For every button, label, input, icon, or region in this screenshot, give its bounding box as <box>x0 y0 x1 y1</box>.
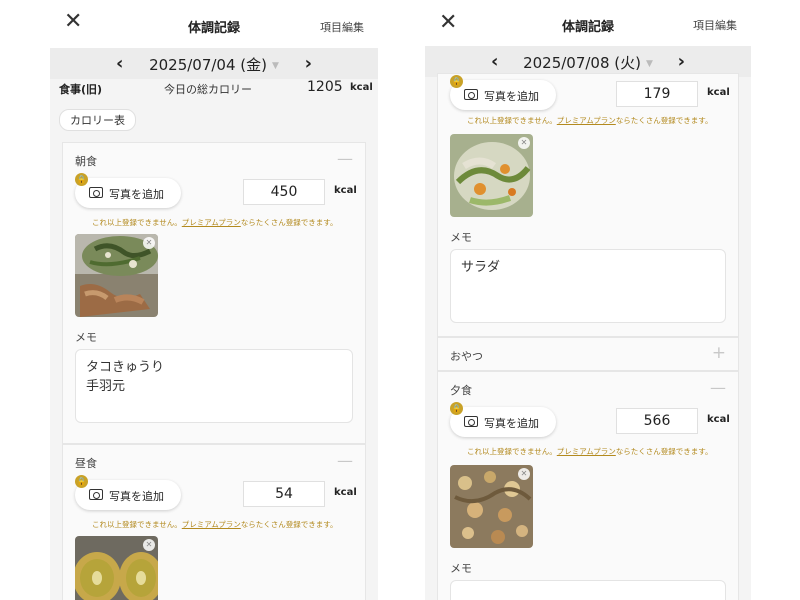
camera-icon <box>464 89 478 100</box>
collapse-icon[interactable]: — <box>337 451 353 470</box>
remove-photo-icon[interactable]: ✕ <box>143 237 155 249</box>
add-photo-button[interactable]: 🔒 写真を追加 <box>450 402 556 437</box>
dinner-title: 夕食 <box>450 384 472 397</box>
add-photo-label: 写真を追加 <box>109 188 164 201</box>
collapse-icon[interactable]: — <box>337 149 353 168</box>
chevron-down-icon: ▼ <box>646 59 653 69</box>
memo-line: 手羽元 <box>86 379 126 394</box>
top-bar: ✕ 体調記録 項目編集 <box>50 0 378 48</box>
meal-photo[interactable]: ✕ <box>450 465 533 548</box>
date-text: 2025/07/04 (金) <box>149 56 267 74</box>
memo-field[interactable]: タコきゅうり 手羽元 <box>75 349 353 423</box>
premium-plan-link[interactable]: プレミアムプラン <box>557 447 616 456</box>
premium-plan-link[interactable]: プレミアムプラン <box>182 218 241 227</box>
date-selector[interactable]: 2025/07/08 (火) ▼ <box>523 52 653 73</box>
calorie-input[interactable]: 54 <box>243 481 325 507</box>
photo-row: 🔒 写真を追加 179 kcal <box>438 75 738 118</box>
notice-text-2: ならたくさん登録できます。 <box>615 447 713 456</box>
calorie-table-button[interactable]: カロリー表 <box>59 109 136 131</box>
snack-section[interactable]: おやつ + <box>437 337 739 371</box>
snack-title: おやつ <box>450 350 483 363</box>
expand-icon[interactable]: + <box>712 343 726 363</box>
meal-label: 食事(旧) <box>59 83 103 96</box>
memo-line: タコきゅうり <box>86 360 165 375</box>
breakfast-header[interactable]: 朝食 — <box>63 143 365 176</box>
content-area: 🔒 写真を追加 179 kcal これ以上登録できません。プレミアムプランならた… <box>425 73 751 600</box>
memo-field[interactable] <box>450 580 726 600</box>
remove-photo-icon[interactable]: ✕ <box>518 137 530 149</box>
chevron-down-icon: ▼ <box>272 61 279 71</box>
kcal-unit: kcal <box>334 487 357 498</box>
kcal-unit: kcal <box>707 87 730 98</box>
add-photo-label: 写真を追加 <box>484 417 539 430</box>
dinner-section: 夕食 — 🔒 写真を追加 566 kcal これ以上登録できません。プレミアムプ… <box>437 371 739 600</box>
lock-icon: 🔒 <box>75 475 88 488</box>
next-date-icon[interactable]: › <box>305 53 312 74</box>
camera-icon <box>89 489 103 500</box>
photo-row: 🔒 写真を追加 566 kcal <box>438 402 738 445</box>
meal-section: 🔒 写真を追加 179 kcal これ以上登録できません。プレミアムプランならた… <box>437 73 739 337</box>
breakfast-title: 朝食 <box>75 155 97 168</box>
total-calorie-unit: kcal <box>350 82 373 93</box>
premium-notice: これ以上登録できません。プレミアムプランならたくさん登録できます。 <box>63 216 365 230</box>
premium-notice: これ以上登録できません。プレミアムプランならたくさん登録できます。 <box>63 518 365 532</box>
memo-label: メモ <box>75 331 97 344</box>
calorie-input[interactable]: 450 <box>243 179 325 205</box>
camera-icon <box>89 187 103 198</box>
lock-icon: 🔒 <box>450 402 463 415</box>
kcal-unit: kcal <box>707 414 730 425</box>
add-photo-label: 写真を追加 <box>109 490 164 503</box>
add-photo-button[interactable]: 🔒 写真を追加 <box>75 475 181 510</box>
memo-label: メモ <box>450 231 472 244</box>
prev-date-icon[interactable]: ‹ <box>491 51 498 72</box>
memo-field[interactable]: サラダ <box>450 249 726 323</box>
memo-line: サラダ <box>461 260 501 275</box>
content-area: 食事(旧) 今日の総カロリー 1205 kcal カロリー表 朝食 — 🔒 写真… <box>50 79 378 600</box>
lock-icon: 🔒 <box>450 75 463 88</box>
top-bar: ✕ 体調記録 項目編集 <box>425 0 751 46</box>
date-bar: ‹ 2025/07/04 (金) ▼ › <box>50 48 378 79</box>
collapse-icon[interactable]: — <box>710 378 726 397</box>
kcal-unit: kcal <box>334 185 357 196</box>
add-photo-button[interactable]: 🔒 写真を追加 <box>450 75 556 110</box>
breakfast-section: 朝食 — 🔒 写真を追加 450 kcal これ以上登録できません。プレミアムプ… <box>62 142 366 444</box>
lunch-section: 昼食 — 🔒 写真を追加 54 kcal これ以上登録できません。プレミアムプラ… <box>62 444 366 600</box>
lock-icon: 🔒 <box>75 173 88 186</box>
total-calorie-label: 今日の総カロリー <box>164 83 252 96</box>
add-photo-label: 写真を追加 <box>484 90 539 103</box>
edit-items-button[interactable]: 項目編集 <box>693 17 737 33</box>
add-photo-button[interactable]: 🔒 写真を追加 <box>75 173 181 208</box>
memo-label: メモ <box>450 562 472 575</box>
notice-text: これ以上登録できません。 <box>467 447 557 456</box>
photo-row: 🔒 写真を追加 450 kcal <box>63 173 365 216</box>
notice-text-2: ならたくさん登録できます。 <box>240 218 338 227</box>
calorie-input[interactable]: 566 <box>616 408 698 434</box>
meal-photo[interactable]: ✕ <box>450 134 533 217</box>
date-selector[interactable]: 2025/07/04 (金) ▼ <box>149 54 279 75</box>
calorie-input[interactable]: 179 <box>616 81 698 107</box>
meal-photo[interactable]: ✕ <box>75 234 158 317</box>
remove-photo-icon[interactable]: ✕ <box>518 468 530 480</box>
snack-header[interactable]: おやつ + <box>438 338 738 371</box>
lunch-title: 昼食 <box>75 457 97 470</box>
notice-text: これ以上登録できません。 <box>92 218 182 227</box>
premium-plan-link[interactable]: プレミアムプラン <box>182 520 241 529</box>
notice-text: これ以上登録できません。 <box>92 520 182 529</box>
meal-photo[interactable]: ✕ <box>75 536 158 600</box>
premium-notice: これ以上登録できません。プレミアムプランならたくさん登録できます。 <box>438 445 738 459</box>
screen-left: ✕ 体調記録 項目編集 ‹ 2025/07/04 (金) ▼ › 食事(旧) 今日… <box>50 0 378 600</box>
notice-text-2: ならたくさん登録できます。 <box>240 520 338 529</box>
prev-date-icon[interactable]: ‹ <box>116 53 123 74</box>
edit-items-button[interactable]: 項目編集 <box>320 19 364 35</box>
calorie-summary: 食事(旧) 今日の総カロリー 1205 kcal <box>50 79 378 99</box>
camera-icon <box>464 416 478 427</box>
remove-photo-icon[interactable]: ✕ <box>143 539 155 551</box>
date-text: 2025/07/08 (火) <box>523 54 641 72</box>
total-calorie-value: 1205 <box>307 79 343 95</box>
lunch-header[interactable]: 昼食 — <box>63 445 365 478</box>
photo-row: 🔒 写真を追加 54 kcal <box>63 475 365 518</box>
dinner-header[interactable]: 夕食 — <box>438 372 738 405</box>
screen-right: ✕ 体調記録 項目編集 ‹ 2025/07/08 (火) ▼ › 🔒 写真を追加 … <box>425 0 751 600</box>
next-date-icon[interactable]: › <box>678 51 685 72</box>
